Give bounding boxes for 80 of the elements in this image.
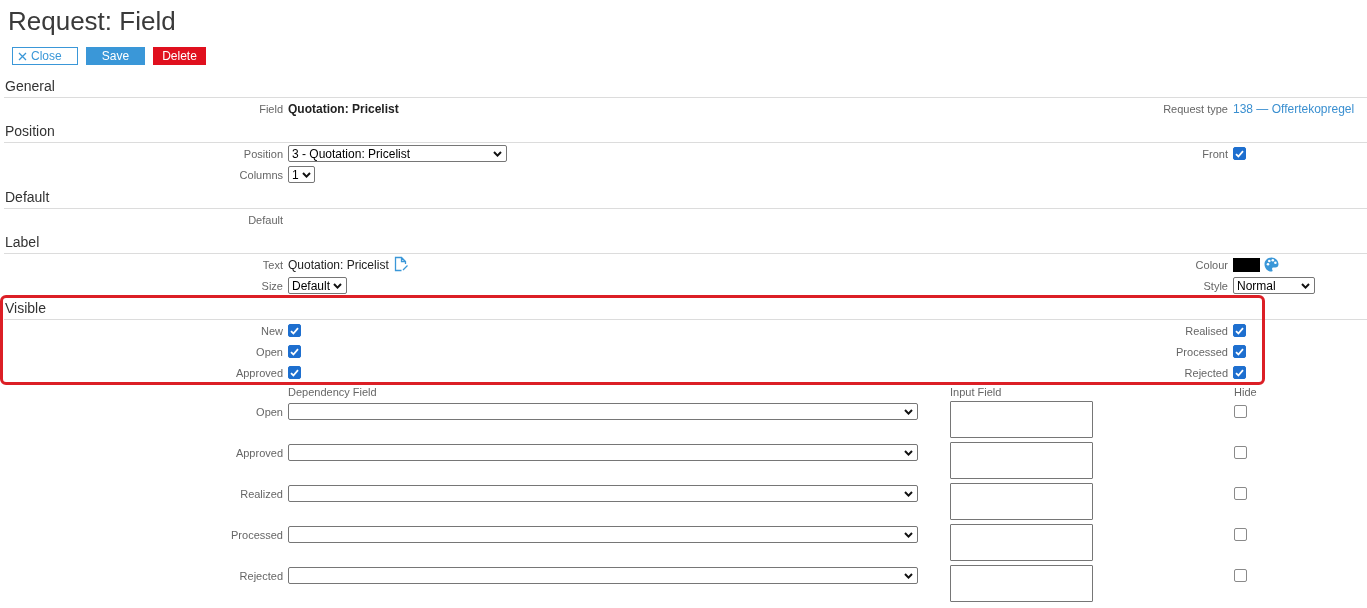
- delete-button[interactable]: Delete: [153, 47, 206, 65]
- field-label: Realised: [1185, 323, 1228, 338]
- row-label: Open: [256, 405, 283, 419]
- dependency-dropdown[interactable]: [288, 444, 918, 461]
- row-label: Approved: [235, 446, 283, 460]
- checkbox[interactable]: [1234, 405, 1247, 418]
- chevron-down-icon: [904, 572, 913, 579]
- dependency-dropdown[interactable]: [288, 403, 918, 420]
- input-field[interactable]: [950, 483, 1093, 520]
- chevron-down-icon: [904, 531, 913, 538]
- checkbox[interactable]: [1233, 366, 1246, 379]
- section-heading: General: [4, 77, 55, 95]
- dropdown[interactable]: Normal: [1233, 277, 1315, 294]
- chevron-down-icon: [904, 449, 913, 456]
- checkbox[interactable]: [288, 345, 301, 358]
- input-field[interactable]: [950, 401, 1093, 438]
- row-label: Processed: [231, 528, 283, 542]
- checkmark-icon: [290, 368, 299, 377]
- field-label: Request type: [1163, 101, 1228, 116]
- field-label: Open: [256, 344, 283, 359]
- column-header: Hide: [1234, 385, 1257, 399]
- checkmark-icon: [1235, 347, 1244, 356]
- checkbox[interactable]: [1234, 446, 1247, 459]
- row-label: Realized: [240, 487, 283, 501]
- field-label: Front: [1202, 146, 1228, 161]
- request-type-link[interactable]: 138 — Offertekopregel: [1233, 99, 1355, 118]
- dependency-dropdown[interactable]: [288, 526, 918, 543]
- section-heading: Visible: [4, 299, 46, 317]
- field-label: Text: [262, 257, 283, 272]
- chevron-down-icon: [493, 150, 502, 157]
- column-header: Input Field: [950, 385, 1002, 399]
- checkbox[interactable]: [1233, 324, 1246, 337]
- dropdown[interactable]: 1: [288, 166, 315, 183]
- checkmark-icon: [1235, 326, 1244, 335]
- checkmark-icon: [1235, 149, 1244, 158]
- edit-document-icon[interactable]: [392, 255, 409, 272]
- page-title: Request: Field: [8, 5, 176, 38]
- input-field[interactable]: [950, 442, 1093, 479]
- section-heading: Label: [4, 233, 40, 251]
- chevron-down-icon: [1301, 282, 1310, 289]
- close-icon: [18, 51, 27, 61]
- chevron-down-icon: [904, 490, 913, 497]
- label-text: Quotation: Pricelist: [288, 256, 389, 274]
- checkmark-icon: [290, 326, 299, 335]
- field-value: Quotation: Pricelist: [288, 100, 399, 118]
- field-label: Colour: [1195, 257, 1228, 272]
- field-label: Position: [243, 146, 283, 161]
- chevron-down-icon: [904, 408, 913, 415]
- field-label: Style: [1203, 278, 1228, 293]
- checkbox[interactable]: [1234, 528, 1247, 541]
- section-heading: Position: [4, 122, 55, 140]
- checkbox[interactable]: [1234, 569, 1247, 582]
- field-label: Approved: [235, 365, 283, 380]
- dependency-dropdown[interactable]: [288, 485, 918, 502]
- field-label: Columns: [239, 167, 283, 182]
- chevron-down-icon: [333, 282, 343, 289]
- dropdown[interactable]: Default: [288, 277, 347, 294]
- dropdown[interactable]: 3 - Quotation: Pricelist: [288, 145, 507, 162]
- checkbox[interactable]: [288, 324, 301, 337]
- column-header: Dependency Field: [288, 385, 377, 399]
- section-heading: Default: [4, 188, 50, 206]
- checkbox[interactable]: [1233, 147, 1246, 160]
- field-label: Default: [248, 212, 283, 227]
- row-label: Rejected: [239, 569, 283, 583]
- field-label: Field: [259, 101, 283, 116]
- input-field[interactable]: [950, 524, 1093, 561]
- field-label: Processed: [1176, 344, 1228, 359]
- checkbox[interactable]: [1234, 487, 1247, 500]
- colour-swatch[interactable]: [1233, 257, 1260, 272]
- field-label: New: [261, 323, 283, 338]
- checkbox[interactable]: [288, 366, 301, 379]
- chevron-down-icon: [301, 171, 311, 178]
- dependency-dropdown[interactable]: [288, 567, 918, 584]
- field-label: Size: [261, 278, 283, 293]
- checkmark-icon: [1235, 368, 1244, 377]
- field-label: Rejected: [1184, 365, 1228, 380]
- checkmark-icon: [290, 347, 299, 356]
- input-field[interactable]: [950, 565, 1093, 602]
- checkbox[interactable]: [1233, 345, 1246, 358]
- palette-icon[interactable]: [1264, 257, 1279, 272]
